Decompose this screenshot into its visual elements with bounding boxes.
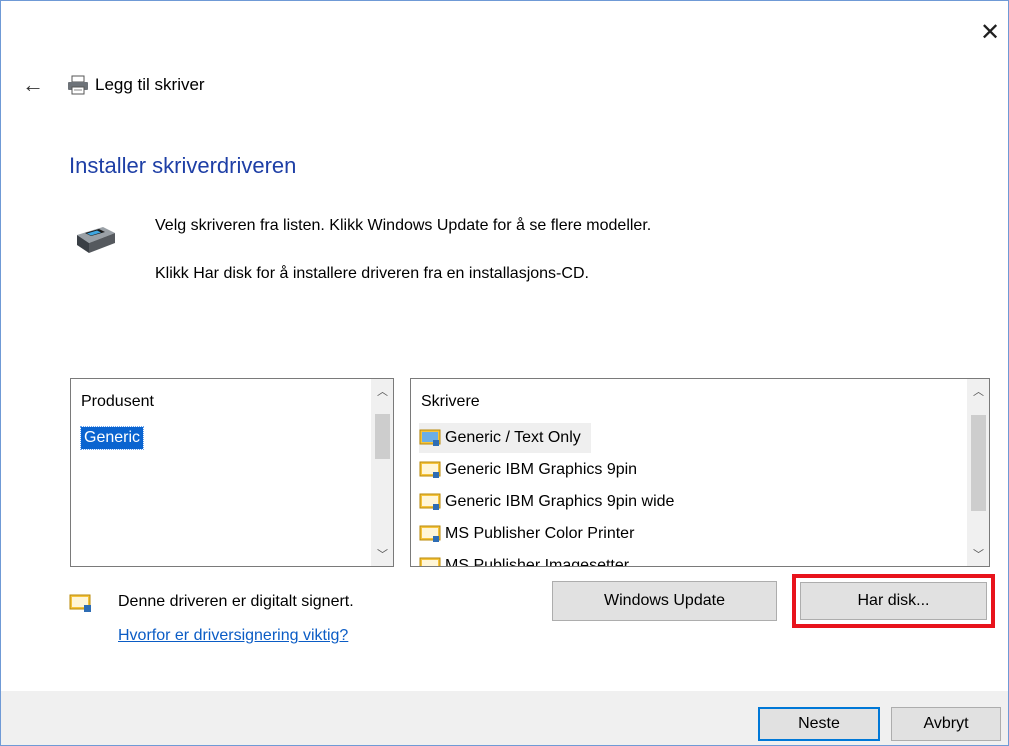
manufacturer-listbox[interactable]: Produsent Generic ︿ ﹀: [70, 378, 394, 567]
scroll-up-icon[interactable]: ︿: [968, 381, 989, 401]
windows-update-button[interactable]: Windows Update: [552, 581, 777, 621]
printer-driver-icon: [419, 461, 441, 478]
scroll-down-icon[interactable]: ﹀: [968, 544, 989, 564]
printer-driver-icon: [419, 493, 441, 510]
next-button[interactable]: Neste: [758, 707, 880, 741]
printer-driver-icon: [419, 429, 441, 446]
manufacturer-item-generic[interactable]: Generic: [79, 426, 145, 450]
close-icon[interactable]: ✕: [976, 19, 1004, 47]
printer-item-label: Generic IBM Graphics 9pin wide: [445, 493, 675, 510]
scroll-thumb[interactable]: [971, 415, 986, 511]
printer-list-item[interactable]: MS Publisher Color Printer: [419, 519, 644, 549]
dialog-title: Legg til skriver: [95, 75, 205, 94]
signature-status-text: Denne driveren er digitalt signert.: [118, 593, 354, 610]
printer-driver-icon: [419, 525, 441, 542]
printers-header: Skrivere: [421, 393, 480, 410]
scroll-up-icon[interactable]: ︿: [372, 381, 393, 401]
printer-icon: [68, 75, 88, 95]
printers-scrollbar[interactable]: ︿ ﹀: [967, 379, 989, 566]
cancel-button[interactable]: Avbryt: [891, 707, 1001, 741]
printer-list-item[interactable]: Generic IBM Graphics 9pin: [419, 455, 647, 485]
back-arrow-icon[interactable]: ←: [21, 73, 45, 97]
have-disk-button[interactable]: Har disk...: [800, 582, 987, 620]
printer-item-label: MS Publisher Imagesetter: [445, 557, 630, 567]
driver-signing-link[interactable]: Hvorfor er driversignering viktig?: [118, 627, 348, 645]
printer-list-item[interactable]: Generic IBM Graphics 9pin wide: [419, 487, 684, 517]
add-printer-dialog: ✕ ← Legg til skriver Installer skriverdr…: [0, 0, 1009, 746]
signed-driver-icon: [69, 594, 91, 612]
page-heading: Installer skriverdriveren: [69, 153, 297, 178]
printer-list-item[interactable]: Generic / Text Only: [419, 423, 591, 453]
scroll-down-icon[interactable]: ﹀: [372, 544, 393, 564]
intro-text-2: Klikk Har disk for å installere driveren…: [155, 265, 589, 282]
intro-text-1: Velg skriveren fra listen. Klikk Windows…: [155, 217, 652, 234]
manufacturer-scrollbar[interactable]: ︿ ﹀: [371, 379, 393, 566]
scroll-thumb[interactable]: [375, 414, 390, 459]
manufacturer-header: Produsent: [81, 393, 154, 410]
printer-driver-icon: [419, 557, 441, 566]
printer-item-label: Generic / Text Only: [445, 429, 581, 446]
printer-item-label: MS Publisher Color Printer: [445, 525, 635, 542]
printer-list-item[interactable]: MS Publisher Imagesetter: [419, 551, 639, 567]
printers-listbox[interactable]: Skrivere Generic / Text Only Generic IBM…: [410, 378, 990, 567]
printer-driver-icon: [77, 227, 115, 253]
printer-item-label: Generic IBM Graphics 9pin: [445, 461, 638, 478]
